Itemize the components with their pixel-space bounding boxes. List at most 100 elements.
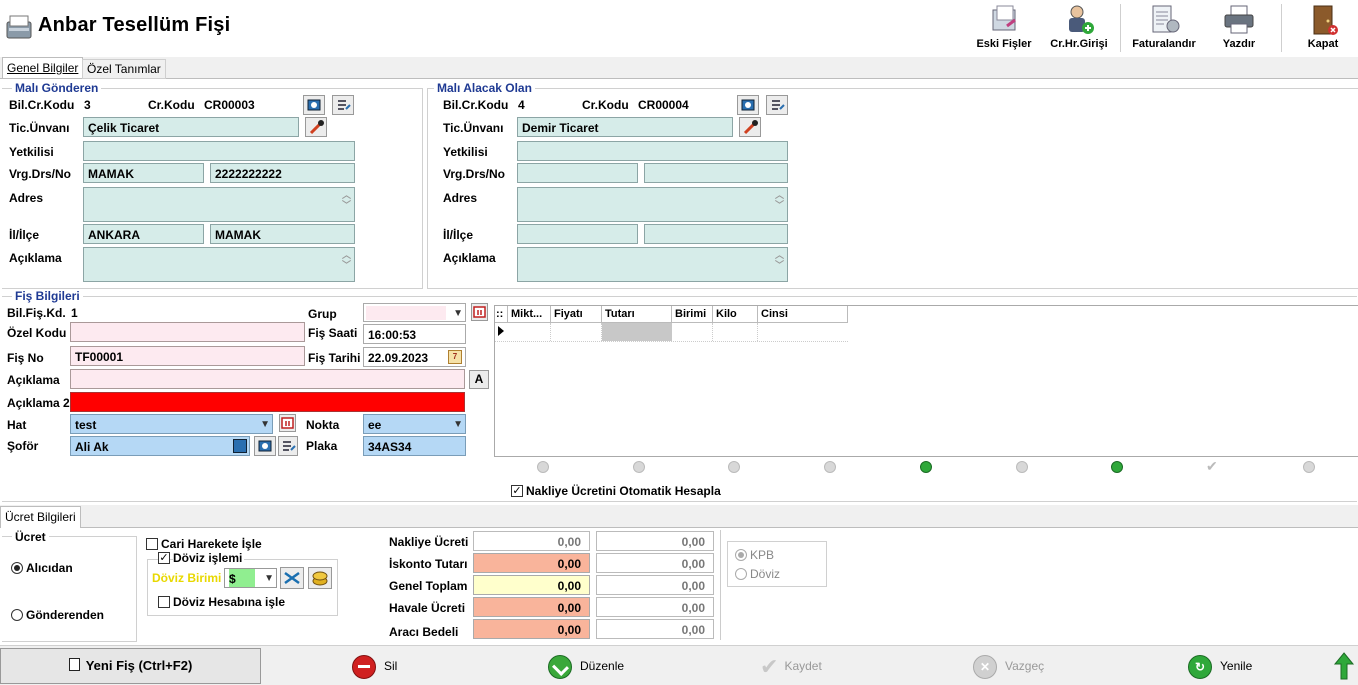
tab-ozel-tanimlar[interactable]: Özel Tanımlar bbox=[82, 59, 166, 79]
table-cell[interactable] bbox=[713, 323, 758, 341]
doviz-islemi-checkbox[interactable]: ✓ bbox=[158, 552, 170, 564]
kpb-radio[interactable] bbox=[735, 549, 747, 561]
genel-toplam-field[interactable]: 0,00 bbox=[473, 575, 590, 595]
gonderenden-radio[interactable] bbox=[11, 609, 23, 621]
grid-col-miktar[interactable]: Mikt... bbox=[508, 306, 551, 323]
duzenle-button[interactable]: Düzenle bbox=[548, 652, 624, 680]
havale-doviz-field[interactable]: 0,00 bbox=[596, 597, 714, 617]
iskonto-field[interactable]: 0,00 bbox=[473, 553, 590, 573]
sil-button[interactable]: Sil bbox=[352, 652, 397, 680]
table-row[interactable] bbox=[495, 323, 848, 342]
genel-toplam-doviz-field[interactable]: 0,00 bbox=[596, 575, 714, 595]
receiver-cari-list-button[interactable] bbox=[766, 95, 788, 115]
items-grid[interactable]: :: Mikt... Fiyatı Tutarı Birimi Kilo Cin… bbox=[494, 305, 1358, 457]
receiver-adres-field[interactable]: ︿ ﹀ bbox=[517, 187, 788, 222]
fis-saati-field[interactable]: 16:00:53 bbox=[363, 324, 466, 344]
grid-col-cinsi[interactable]: Cinsi bbox=[758, 306, 848, 323]
sender-il-field[interactable]: ANKARA bbox=[83, 224, 204, 244]
fis-no-field[interactable]: TF00001 bbox=[70, 346, 305, 366]
scroll-up-icon[interactable] bbox=[1333, 651, 1355, 681]
grup-detail-button[interactable] bbox=[471, 303, 488, 321]
table-cell[interactable] bbox=[508, 323, 551, 341]
doviz-kur-button[interactable] bbox=[280, 567, 304, 589]
sender-cari-search-button[interactable] bbox=[303, 95, 325, 115]
nakliye-field[interactable]: 0,00 bbox=[473, 531, 590, 551]
nakliye-doviz-field[interactable]: 0,00 bbox=[596, 531, 714, 551]
faturalandir-button[interactable]: Faturalandır bbox=[1126, 4, 1202, 50]
nav-first-icon[interactable] bbox=[537, 461, 549, 473]
table-cell[interactable] bbox=[758, 323, 848, 341]
araci-field[interactable]: 0,00 bbox=[473, 619, 590, 639]
nav-prior-page-icon[interactable] bbox=[633, 461, 645, 473]
doviz-coins-button[interactable] bbox=[308, 567, 332, 589]
hat-detail-button[interactable] bbox=[279, 414, 296, 432]
sender-yetkilisi-field[interactable] bbox=[83, 141, 355, 161]
receiver-tic-unvani-field[interactable]: Demir Ticaret bbox=[517, 117, 733, 137]
table-cell[interactable] bbox=[551, 323, 602, 341]
grid-col-tutari[interactable]: Tutarı bbox=[602, 306, 672, 323]
receiver-vergi-no-field[interactable] bbox=[644, 163, 788, 183]
sofor-search-button[interactable] bbox=[254, 436, 276, 456]
grid-col-kilo[interactable]: Kilo bbox=[713, 306, 758, 323]
grid-col-fiyati[interactable]: Fiyatı bbox=[551, 306, 602, 323]
sender-vergi-no-field[interactable]: 2222222222 bbox=[210, 163, 355, 183]
scroll-arrows-icon[interactable]: ︿ ﹀ bbox=[342, 250, 351, 270]
sender-cari-list-button[interactable] bbox=[332, 95, 354, 115]
nav-post-icon[interactable]: ✔ bbox=[1206, 458, 1218, 475]
yazdir-button[interactable]: Yazdır bbox=[1214, 4, 1264, 50]
table-cell[interactable] bbox=[672, 323, 713, 341]
sender-adres-field[interactable]: ︿ ﹀ bbox=[83, 187, 355, 222]
tab-ucret-bilgileri[interactable]: Ücret Bilgileri bbox=[0, 506, 81, 528]
sender-tic-unvani-field[interactable]: Çelik Ticaret bbox=[83, 117, 299, 137]
iskonto-doviz-field[interactable]: 0,00 bbox=[596, 553, 714, 573]
tab-genel-bilgiler[interactable]: Genel Bilgiler bbox=[2, 57, 84, 78]
sender-vergi-dairesi-field[interactable]: MAMAK bbox=[83, 163, 204, 183]
ozel-kodu-field[interactable] bbox=[70, 322, 305, 342]
receiver-ilce-field[interactable] bbox=[644, 224, 788, 244]
scroll-arrows-icon[interactable]: ︿ ﹀ bbox=[775, 250, 784, 270]
cr-hr-girisi-button[interactable]: Cr.Hr.Girişi bbox=[1046, 4, 1112, 50]
havale-field[interactable]: 0,00 bbox=[473, 597, 590, 617]
alicidan-radio[interactable] bbox=[11, 562, 23, 574]
doviz-radio[interactable] bbox=[735, 568, 747, 580]
araci-doviz-field[interactable]: 0,00 bbox=[596, 619, 714, 639]
a-button[interactable]: A bbox=[469, 370, 489, 389]
receiver-pick-button[interactable] bbox=[739, 117, 761, 137]
yeni-fis-button[interactable]: Yeni Fiş (Ctrl+F2) bbox=[0, 648, 261, 684]
sender-aciklama-field[interactable]: ︿ ﹀ bbox=[83, 247, 355, 282]
nav-delete-icon[interactable] bbox=[1016, 461, 1028, 473]
calendar-icon[interactable]: 7 bbox=[448, 350, 462, 364]
scroll-arrows-icon[interactable]: ︿ ﹀ bbox=[342, 190, 351, 210]
sofor-field[interactable]: Ali Ak bbox=[70, 436, 250, 456]
fis-aciklama2-field[interactable] bbox=[70, 392, 465, 412]
receiver-yetkilisi-field[interactable] bbox=[517, 141, 788, 161]
kapat-button[interactable]: Kapat bbox=[1300, 4, 1346, 50]
vazgec-button[interactable]: ✕ Vazgeç bbox=[973, 652, 1044, 680]
sender-ilce-field[interactable]: MAMAK bbox=[210, 224, 355, 244]
book-search-icon[interactable] bbox=[233, 439, 247, 453]
nav-prior-icon[interactable] bbox=[728, 461, 740, 473]
nav-insert-icon[interactable] bbox=[920, 461, 932, 473]
kaydet-button[interactable]: ✔ Kaydet bbox=[760, 652, 822, 680]
sender-pick-button[interactable] bbox=[305, 117, 327, 137]
cari-hareket-checkbox[interactable] bbox=[146, 538, 158, 550]
grid-col-birimi[interactable]: Birimi bbox=[672, 306, 713, 323]
receiver-il-field[interactable] bbox=[517, 224, 638, 244]
doviz-birimi-select[interactable]: $ ▼ bbox=[224, 568, 277, 588]
yenile-button[interactable]: ↻ Yenile bbox=[1188, 652, 1252, 680]
fis-aciklama-field[interactable] bbox=[70, 369, 465, 389]
sofor-list-button[interactable] bbox=[278, 436, 298, 456]
nokta-select[interactable]: ee ▼ bbox=[363, 414, 466, 434]
receiver-cari-search-button[interactable] bbox=[737, 95, 759, 115]
nav-refresh-icon[interactable] bbox=[1111, 461, 1123, 473]
plaka-field[interactable]: 34AS34 bbox=[363, 436, 466, 456]
fis-tarihi-field[interactable]: 22.09.2023 7 bbox=[363, 347, 466, 367]
receiver-vergi-dairesi-field[interactable] bbox=[517, 163, 638, 183]
receiver-aciklama-field[interactable]: ︿ ﹀ bbox=[517, 247, 788, 282]
nakliye-auto-checkbox[interactable]: ✓ bbox=[511, 485, 523, 497]
eski-fisler-button[interactable]: Eski Fişler bbox=[972, 4, 1036, 50]
hat-select[interactable]: test ▼ bbox=[70, 414, 273, 434]
nav-next-icon[interactable] bbox=[824, 461, 836, 473]
doviz-hesabina-checkbox[interactable] bbox=[158, 596, 170, 608]
scroll-arrows-icon[interactable]: ︿ ﹀ bbox=[775, 190, 784, 210]
